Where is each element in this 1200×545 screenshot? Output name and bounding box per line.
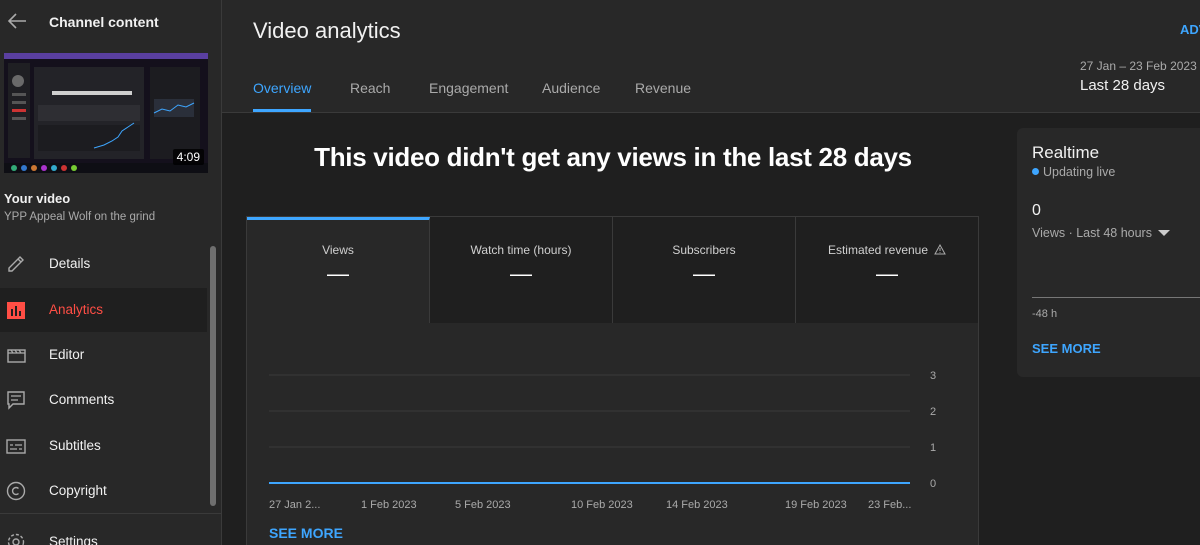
- metric-value: —: [327, 261, 349, 286]
- x-tick-label: 14 Feb 2023: [666, 499, 728, 511]
- nav-label-comments: Comments: [49, 392, 115, 407]
- sidebar-scrollbar[interactable]: [210, 246, 216, 506]
- realtime-axis-label: -48 h: [1032, 308, 1058, 320]
- realtime-metric-label: Views · Last 48 hours: [1032, 226, 1152, 240]
- period-selector[interactable]: Last 28 days: [1080, 77, 1165, 94]
- subtitles-icon: [6, 439, 26, 454]
- no-views-headline: This video didn't get any views in the l…: [314, 142, 912, 172]
- pencil-icon: [8, 256, 24, 272]
- tab-overview[interactable]: Overview: [253, 80, 312, 112]
- clapperboard-icon: [7, 349, 26, 363]
- realtime-card: Realtime Updating live 0 Views · Last 48…: [1017, 128, 1200, 377]
- nav-label-analytics: Analytics: [49, 302, 104, 317]
- tab-audience[interactable]: Audience: [542, 80, 600, 112]
- video-duration: 4:09: [172, 149, 204, 165]
- advanced-mode-link[interactable]: ADV: [1180, 22, 1200, 37]
- nav-editor[interactable]: Editor: [0, 333, 207, 377]
- realtime-status-text: Updating live: [1043, 165, 1116, 179]
- sidebar-title: Channel content: [49, 14, 159, 30]
- sidebar-header: Channel content: [0, 0, 221, 46]
- metric-value: —: [510, 261, 532, 286]
- metric-label: Estimated revenue: [827, 243, 929, 257]
- nav-comments[interactable]: Comments: [0, 378, 207, 422]
- page-title: Video analytics: [253, 18, 401, 43]
- nav-label-copyright: Copyright: [49, 483, 107, 498]
- y-tick-label: 3: [930, 370, 936, 382]
- metric-label: Views: [322, 243, 354, 257]
- x-tick-label: 1 Feb 2023: [361, 499, 417, 511]
- y-tick-label: 1: [930, 442, 936, 454]
- gear-icon: [7, 533, 25, 545]
- nav-copyright[interactable]: Copyright: [0, 469, 207, 513]
- live-dot-icon: [1032, 168, 1039, 175]
- realtime-chart-baseline: [1032, 297, 1200, 298]
- metric-value: —: [693, 261, 715, 286]
- nav-details[interactable]: Details: [0, 242, 207, 286]
- tab-revenue[interactable]: Revenue: [635, 80, 691, 112]
- metric-estimated-revenue[interactable]: Estimated revenue —: [796, 217, 978, 323]
- analytics-icon: [7, 302, 25, 319]
- tab-engagement[interactable]: Engagement: [429, 80, 508, 112]
- date-range: 27 Jan – 23 Feb 2023: [1080, 59, 1197, 73]
- metric-subscribers[interactable]: Subscribers —: [613, 217, 796, 323]
- metric-value: —: [876, 261, 898, 286]
- sidebar: Channel content 4:09 Your video YPP Appe…: [0, 0, 222, 545]
- nav-label-editor: Editor: [49, 347, 85, 362]
- views-chart: 0 1 2 3 27 Jan 2... 1 Feb 2023 5 Feb 2023 10 Fe…: [269, 370, 936, 511]
- x-tick-label: 10 Feb 2023: [571, 499, 633, 511]
- nav-analytics[interactable]: Analytics: [0, 288, 207, 332]
- comment-icon: [7, 391, 25, 410]
- realtime-metric-dropdown[interactable]: Views · Last 48 hours: [1032, 226, 1170, 240]
- video-thumbnail[interactable]: 4:09: [4, 53, 208, 173]
- x-tick-label: 5 Feb 2023: [455, 499, 511, 511]
- y-tick-label: 0: [930, 478, 936, 490]
- x-tick-label: 19 Feb 2023: [785, 499, 847, 511]
- nav-label-subtitles: Subtitles: [49, 438, 101, 453]
- tab-reach[interactable]: Reach: [350, 80, 390, 112]
- metric-watch-time[interactable]: Watch time (hours) —: [430, 217, 613, 323]
- x-tick-label: 23 Feb...: [868, 499, 911, 511]
- your-video-label: Your video: [4, 191, 71, 206]
- see-more-button[interactable]: SEE MORE: [269, 525, 343, 541]
- video-title[interactable]: YPP Appeal Wolf on the grind: [4, 211, 155, 223]
- metric-label: Subscribers: [672, 243, 736, 257]
- x-tick-label: 27 Jan 2...: [269, 499, 320, 511]
- nav-label-details: Details: [49, 256, 91, 271]
- copyright-icon: [6, 481, 26, 501]
- metric-label-wrap: Estimated revenue: [796, 243, 978, 257]
- y-tick-label: 2: [930, 406, 936, 418]
- metric-label: Watch time (hours): [470, 243, 572, 257]
- back-arrow-icon[interactable]: [6, 10, 28, 32]
- sidebar-divider: [0, 513, 221, 514]
- nav-subtitles[interactable]: Subtitles: [0, 424, 207, 468]
- metric-views[interactable]: Views —: [247, 217, 430, 323]
- nav-label-settings: Settings: [49, 534, 98, 545]
- warning-icon[interactable]: [934, 244, 946, 255]
- realtime-title: Realtime: [1032, 143, 1100, 162]
- metrics-card: Views — Watch time (hours) — Subscribers…: [246, 216, 979, 545]
- caret-down-icon: [1157, 230, 1170, 236]
- realtime-value: 0: [1032, 202, 1041, 219]
- realtime-see-more-button[interactable]: SEE MORE: [1032, 341, 1101, 356]
- nav-settings[interactable]: Settings: [0, 520, 207, 545]
- realtime-status: Updating live: [1032, 165, 1115, 179]
